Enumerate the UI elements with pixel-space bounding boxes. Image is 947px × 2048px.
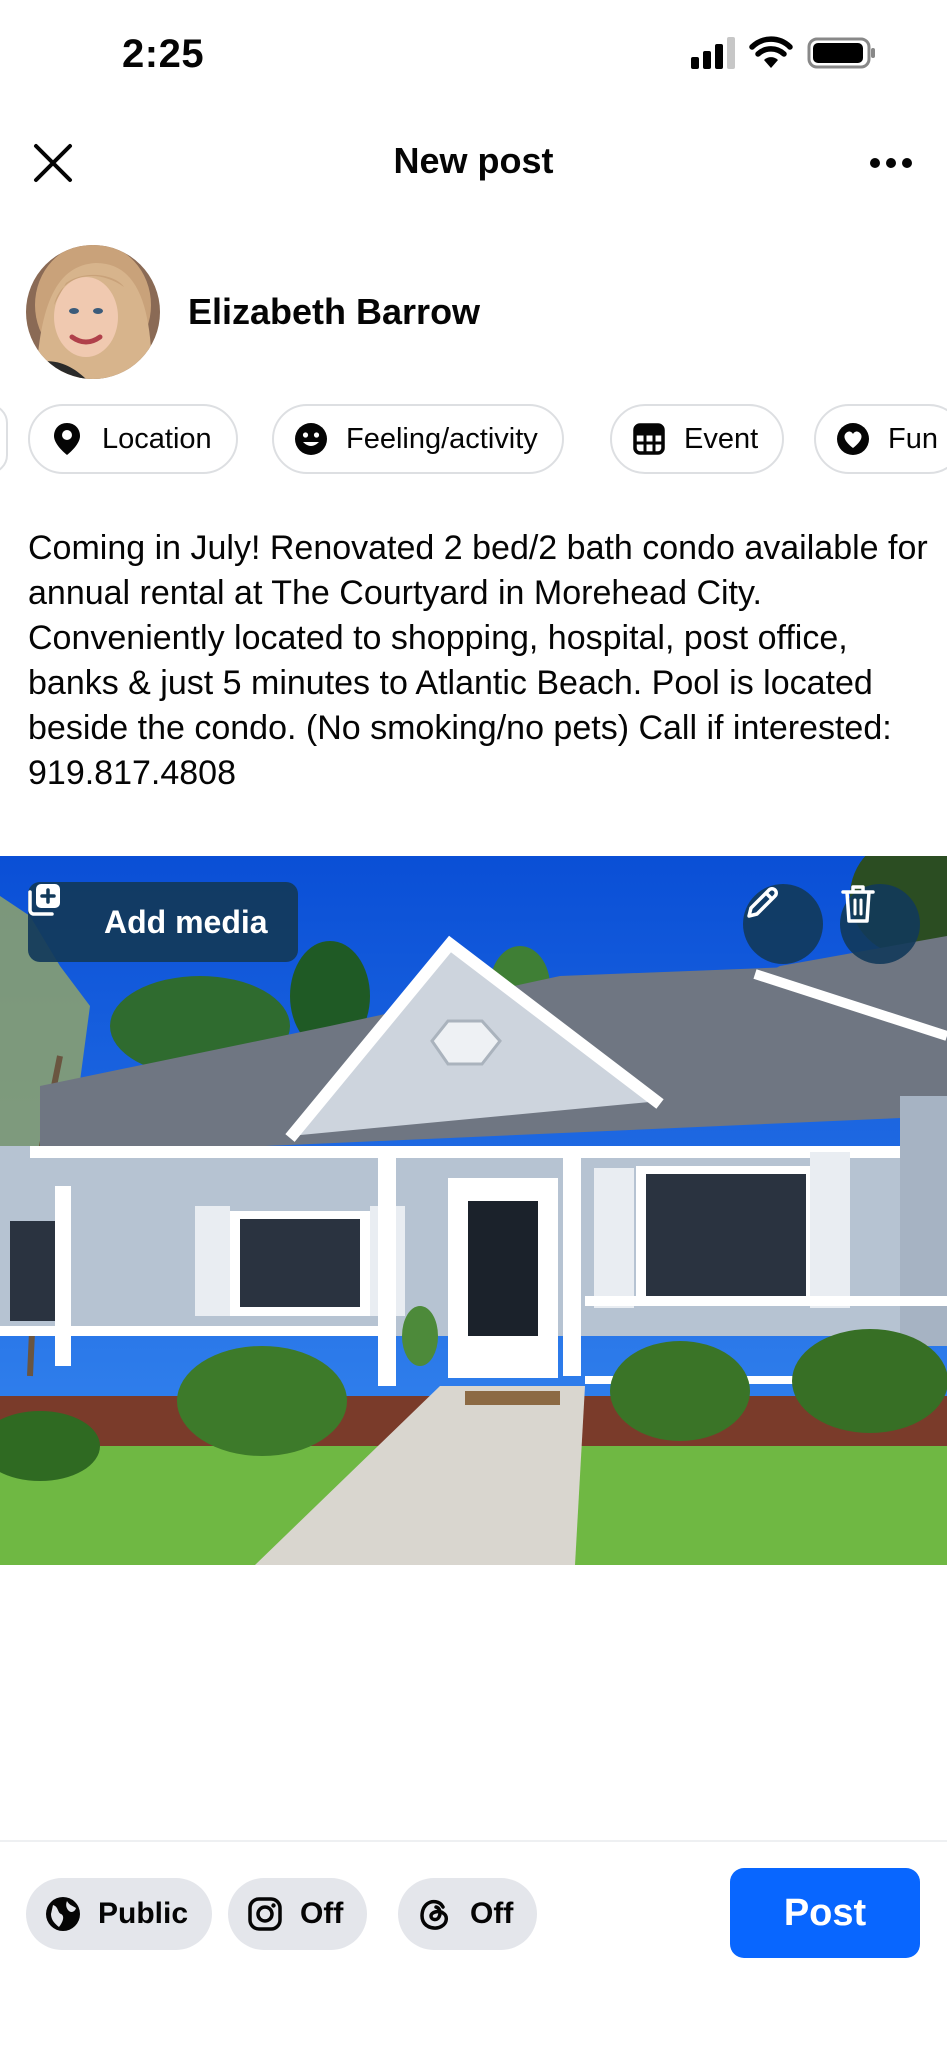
add-media-label: Add media xyxy=(104,903,268,940)
post-text-field[interactable]: Coming in July! Renovated 2 bed/2 bath c… xyxy=(28,526,928,796)
instagram-toggle[interactable]: Off xyxy=(228,1878,368,1950)
bottom-bar: Public Off Off Post xyxy=(0,1840,947,2048)
avatar[interactable] xyxy=(26,245,160,379)
status-time: 2:25 xyxy=(122,32,205,76)
attached-photo[interactable]: Add media xyxy=(0,856,947,1565)
wifi-icon xyxy=(749,36,793,68)
audience-label: Public xyxy=(98,1897,189,1930)
author-name: Elizabeth Barrow xyxy=(188,291,481,332)
location-pin-icon xyxy=(50,422,84,456)
heart-badge-icon xyxy=(836,422,870,456)
smiley-icon xyxy=(294,422,328,456)
chip-partial[interactable] xyxy=(0,404,8,474)
more-options-button[interactable] xyxy=(859,134,923,192)
event-chip[interactable]: Event xyxy=(610,404,785,474)
post-button[interactable]: Post xyxy=(730,1868,920,1958)
threads-status: Off xyxy=(470,1897,514,1930)
location-chip-label: Location xyxy=(102,422,212,455)
pencil-icon xyxy=(747,887,778,918)
header: New post xyxy=(0,120,947,204)
status-icons xyxy=(691,36,877,70)
delete-photo-button[interactable] xyxy=(840,884,920,964)
edit-photo-button[interactable] xyxy=(743,884,823,964)
fundraiser-chip-label: Fun xyxy=(888,422,938,455)
threads-toggle[interactable]: Off xyxy=(398,1878,538,1950)
add-media-icon xyxy=(28,884,86,939)
status-bar: 2:25 xyxy=(0,0,947,110)
add-media-button[interactable]: Add media xyxy=(28,882,298,962)
battery-icon xyxy=(807,37,875,69)
threads-icon xyxy=(416,1895,454,1933)
cellular-signal-icon xyxy=(691,37,735,69)
audience-selector[interactable]: Public xyxy=(26,1878,213,1950)
page-title: New post xyxy=(393,140,554,181)
event-chip-label: Event xyxy=(684,422,759,455)
post-options-chips: Location Feeling/activity Event Fun xyxy=(0,404,947,476)
globe-icon xyxy=(44,1895,82,1933)
more-icon xyxy=(870,158,912,168)
trash-icon xyxy=(841,885,875,923)
feeling-activity-chip[interactable]: Feeling/activity xyxy=(272,404,564,474)
author-row: Elizabeth Barrow xyxy=(26,244,480,380)
fundraiser-chip[interactable]: Fun xyxy=(814,404,947,474)
location-chip[interactable]: Location xyxy=(28,404,238,474)
instagram-status: Off xyxy=(300,1897,344,1930)
house-photo xyxy=(0,856,947,1565)
calendar-icon xyxy=(632,422,666,456)
instagram-icon xyxy=(246,1895,284,1933)
feeling-activity-chip-label: Feeling/activity xyxy=(346,422,538,455)
